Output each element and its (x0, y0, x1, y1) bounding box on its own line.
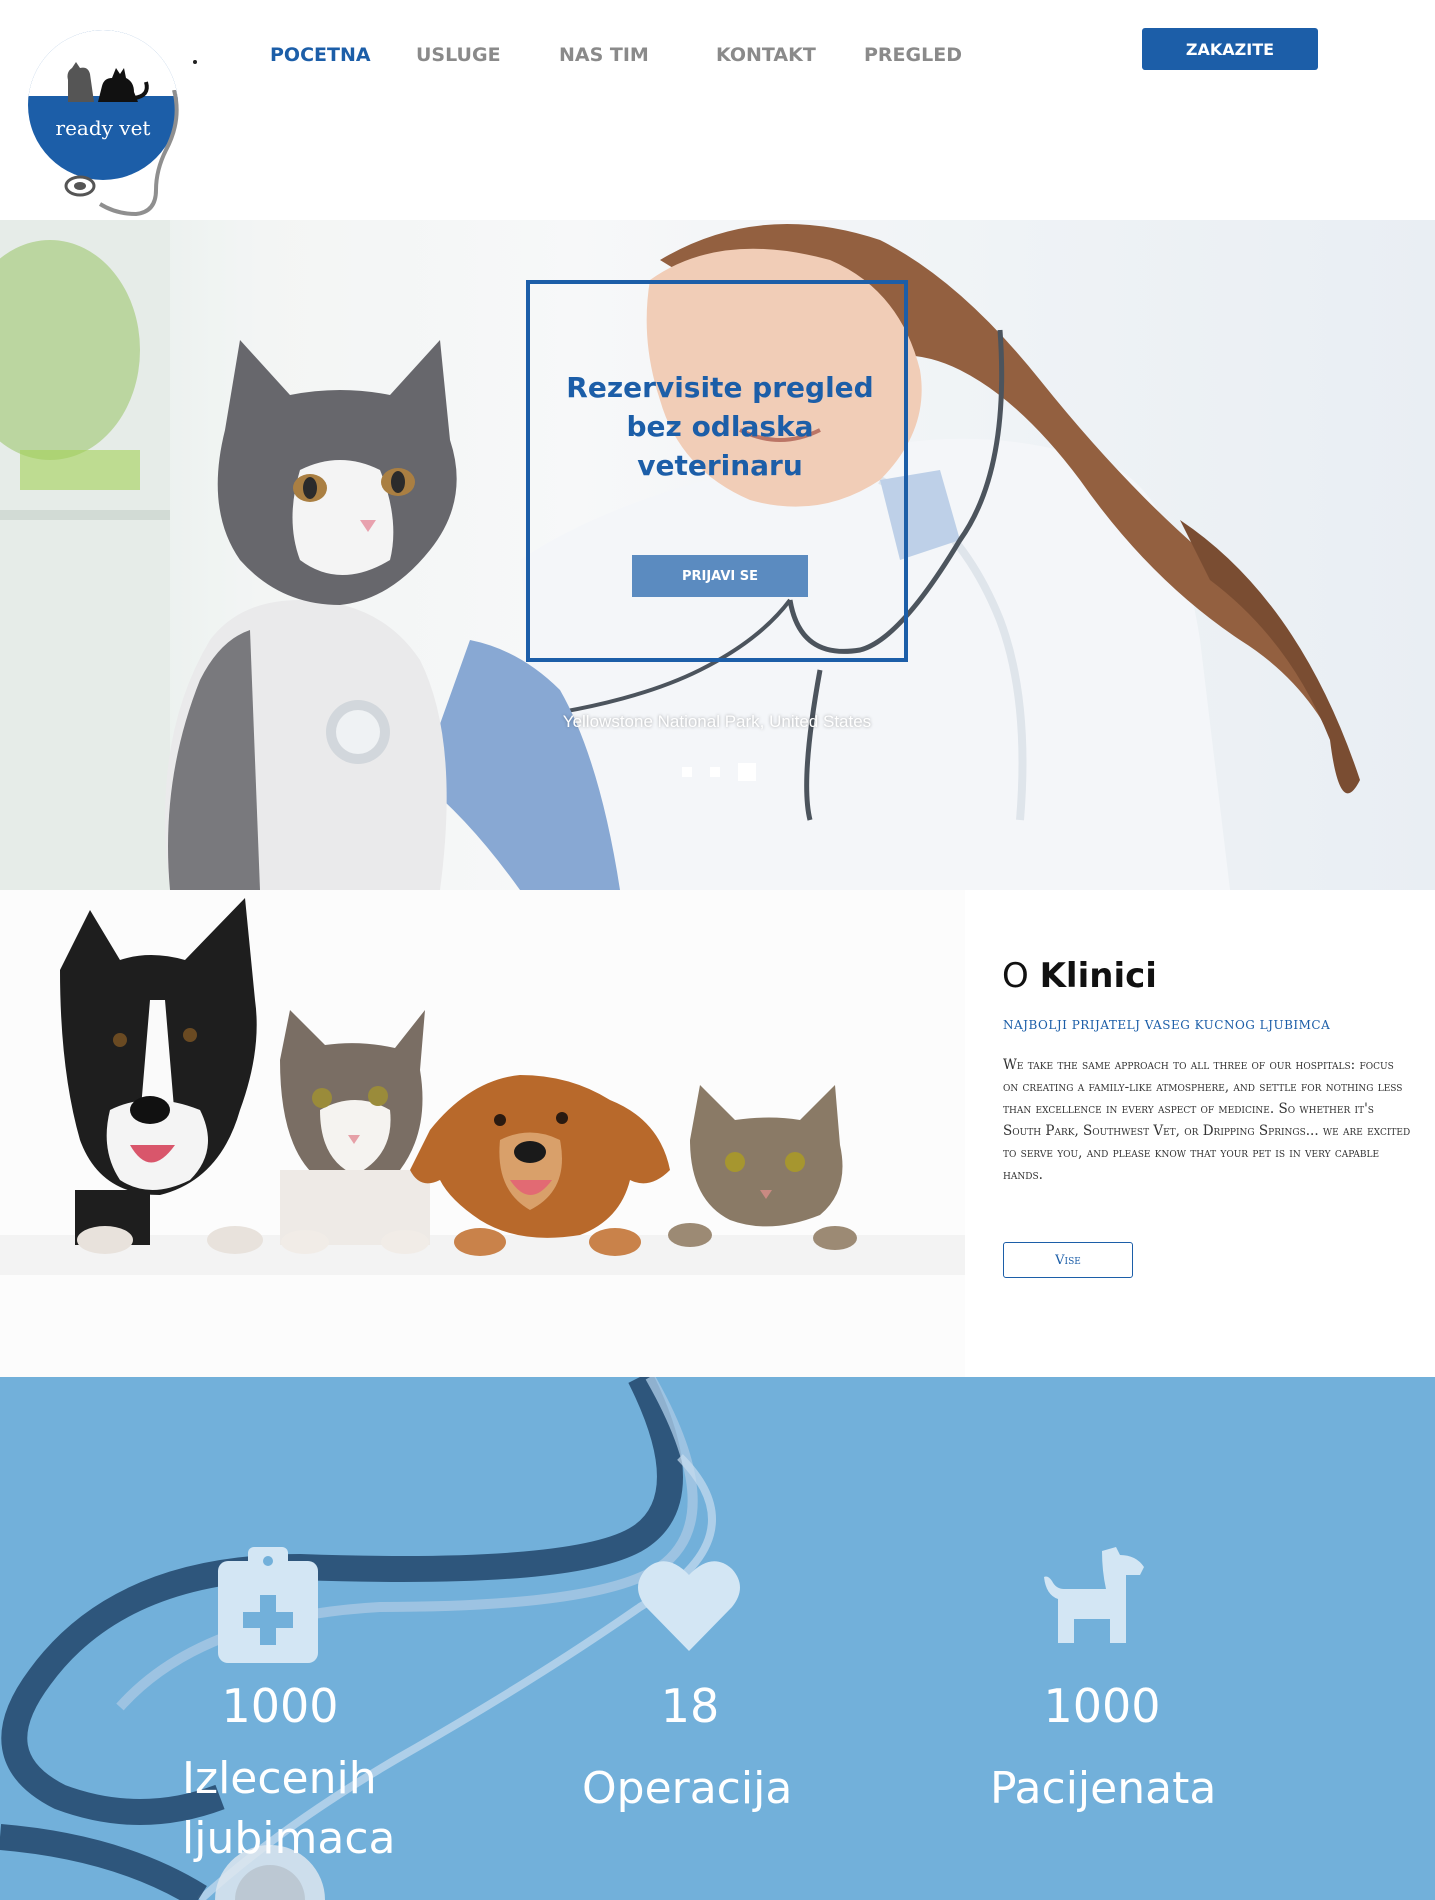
about-subtitle: Najbolji prijatelj vaseg kucnog ljubimca (1003, 1018, 1331, 1032)
stat-value-3: 1000 (1043, 1679, 1161, 1733)
stat-label-1: Izlecenih ljubimaca (182, 1753, 396, 1864)
about-title-light: O (1002, 956, 1029, 996)
slider-dot-2[interactable] (710, 767, 720, 777)
stats-section: 1000 Izlecenih ljubimaca 18 Operacija 10… (0, 1377, 1435, 1900)
zakazite-button[interactable]: ZAKAZITE (1142, 28, 1318, 70)
clipboard-medical-icon (218, 1547, 318, 1663)
nav-usluge[interactable]: USLUGE (416, 44, 501, 68)
heart-icon (638, 1561, 740, 1651)
about-title-bold: Klinici (1039, 956, 1157, 996)
pets-image (0, 890, 965, 1377)
stat-value-1: 1000 (221, 1679, 339, 1733)
slider-dots (682, 762, 756, 782)
stethoscope-icon (64, 90, 179, 217)
site-header: ready vet POCETNA USLUGE NAS TIM KONTAKT… (0, 0, 1435, 220)
nav-pocetna[interactable]: POCETNA (270, 44, 371, 68)
pets-illustration (0, 898, 965, 1275)
hero-caption: Yellowstone National Park, United States (562, 712, 872, 731)
decorative-dot (193, 60, 197, 64)
hero-title: Rezervisite pregled bez odlaska veterina… (566, 371, 874, 482)
hero-slider: Rezervisite pregled bez odlaska veterina… (0, 220, 1435, 890)
about-title: O Klinici (1002, 956, 1157, 996)
stat-label-2: Operacija (582, 1763, 793, 1814)
prijavi-se-button[interactable]: PRIJAVI SE (632, 555, 808, 597)
slider-dot-3[interactable] (738, 763, 756, 781)
about-text: We take the same approach to all three o… (1003, 1057, 1411, 1183)
about-section: O Klinici Najbolji prijatelj vaseg kucno… (0, 890, 1435, 1377)
slider-dot-1[interactable] (682, 767, 692, 777)
dog-icon (1044, 1547, 1144, 1643)
vise-button[interactable]: Vise (1003, 1242, 1133, 1278)
nav-kontakt[interactable]: KONTAKT (716, 44, 816, 68)
nav-nas-tim[interactable]: NAS TIM (559, 44, 649, 68)
stat-label-3: Pacijenata (990, 1763, 1217, 1814)
nav-pregled[interactable]: PREGLED (864, 44, 962, 68)
stat-value-2: 18 (660, 1679, 720, 1733)
